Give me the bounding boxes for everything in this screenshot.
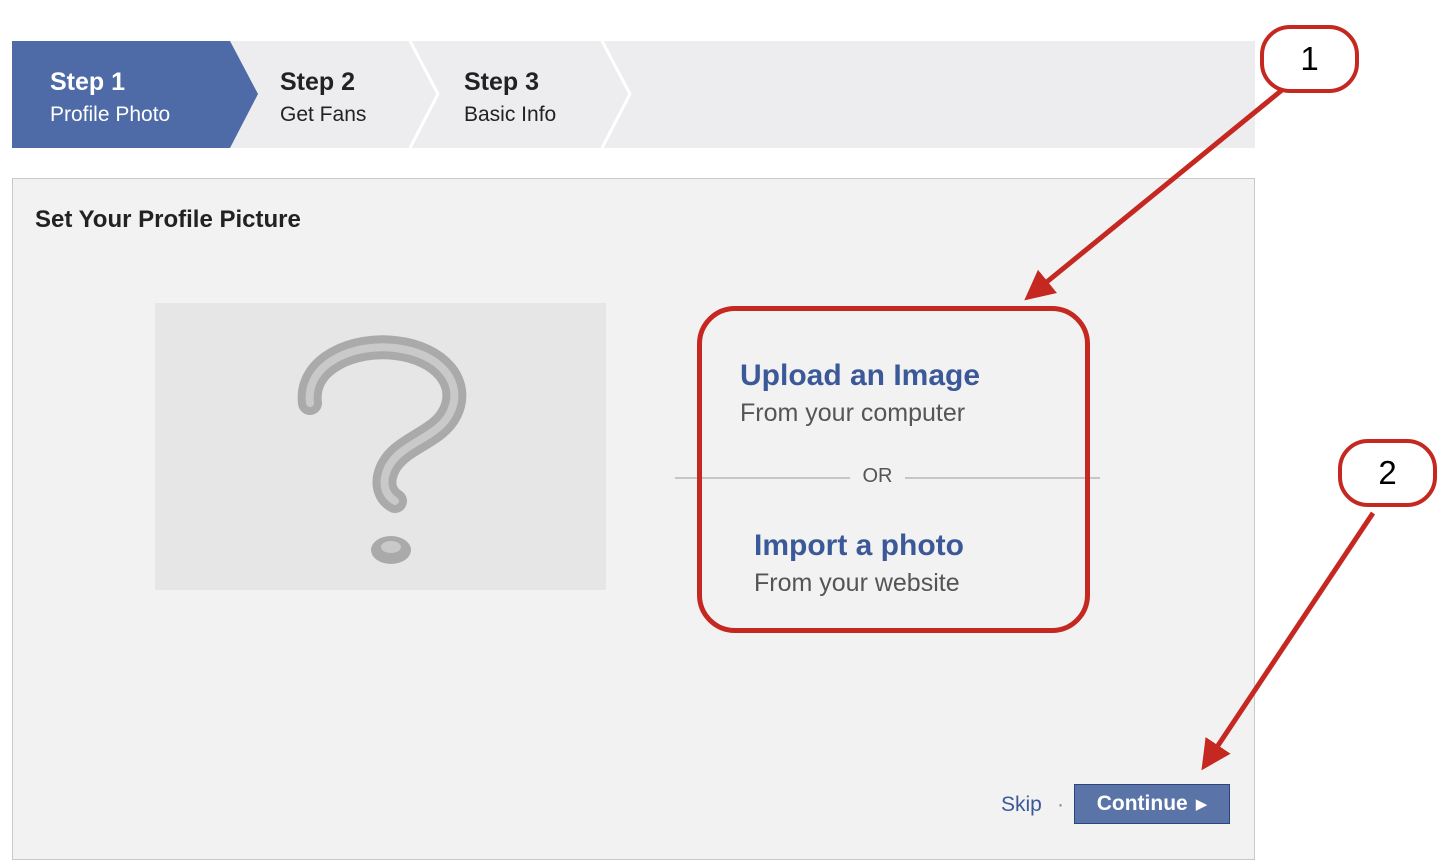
callout-1: 1 <box>1260 25 1359 93</box>
arrow-to-upload-options <box>1024 88 1284 301</box>
callout-2: 2 <box>1338 439 1437 507</box>
arrow-to-continue-button <box>1201 511 1376 771</box>
annotation-arrows <box>1024 88 1376 771</box>
